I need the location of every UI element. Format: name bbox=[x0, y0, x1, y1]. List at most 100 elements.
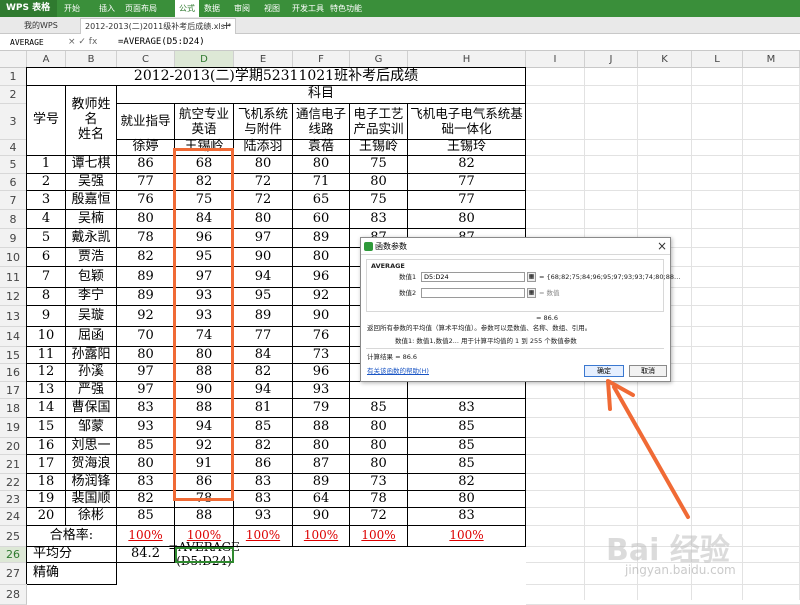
close-icon[interactable]: × bbox=[655, 238, 669, 255]
score-cell[interactable] bbox=[350, 382, 408, 399]
name-box[interactable]: AVERAGE bbox=[2, 36, 62, 49]
score-cell[interactable]: 97 bbox=[117, 364, 175, 382]
score-cell[interactable]: 80 bbox=[408, 210, 526, 229]
column-header[interactable]: H bbox=[408, 51, 526, 68]
score-cell[interactable]: 72 bbox=[234, 174, 293, 191]
score-cell[interactable]: 88 bbox=[175, 508, 234, 526]
score-cell[interactable]: 80 bbox=[350, 438, 408, 455]
student-name[interactable]: 刘思一 bbox=[66, 438, 117, 455]
tab-my-wps[interactable]: 我的WPS bbox=[20, 18, 62, 34]
score-cell[interactable]: 72 bbox=[234, 191, 293, 210]
pass-rate[interactable]: 100% bbox=[408, 526, 526, 547]
score-cell[interactable]: 64 bbox=[293, 491, 350, 508]
score-cell[interactable]: 85 bbox=[117, 438, 175, 455]
score-cell[interactable]: 77 bbox=[408, 174, 526, 191]
score-cell[interactable] bbox=[408, 382, 526, 399]
student-id[interactable]: 13 bbox=[27, 382, 66, 399]
student-id[interactable]: 19 bbox=[27, 491, 66, 508]
student-id[interactable]: 5 bbox=[27, 229, 66, 248]
student-name[interactable]: 严强 bbox=[66, 382, 117, 399]
average-label[interactable]: 平均分 bbox=[27, 546, 117, 563]
student-name[interactable]: 吴璇 bbox=[66, 306, 117, 327]
score-cell[interactable]: 73 bbox=[293, 347, 350, 364]
row-header[interactable]: 1 bbox=[0, 68, 27, 86]
menu-item[interactable]: 特色功能 bbox=[330, 0, 362, 17]
score-cell[interactable]: 82 bbox=[408, 156, 526, 174]
student-id[interactable]: 2 bbox=[27, 174, 66, 191]
score-cell[interactable]: 95 bbox=[234, 288, 293, 306]
pass-rate[interactable]: 100% bbox=[293, 526, 350, 547]
student-id[interactable]: 6 bbox=[27, 248, 66, 267]
score-cell[interactable]: 93 bbox=[117, 418, 175, 438]
subject-name[interactable]: 电子工艺产品实训 bbox=[350, 104, 408, 140]
score-cell[interactable]: 89 bbox=[293, 474, 350, 491]
student-id[interactable]: 17 bbox=[27, 455, 66, 474]
row-header[interactable]: 21 bbox=[0, 455, 27, 474]
score-cell[interactable]: 78 bbox=[117, 229, 175, 248]
arg2-ref-icon[interactable]: ▦ bbox=[527, 288, 536, 298]
score-cell[interactable]: 88 bbox=[293, 418, 350, 438]
subject-name[interactable]: 就业指导 bbox=[117, 104, 175, 140]
header-subject[interactable]: 科目 bbox=[117, 86, 526, 104]
score-cell[interactable]: 89 bbox=[293, 229, 350, 248]
student-id[interactable]: 9 bbox=[27, 306, 66, 327]
score-cell[interactable]: 82 bbox=[234, 438, 293, 455]
menu-item[interactable]: 页面布局 bbox=[125, 0, 157, 17]
score-cell[interactable]: 60 bbox=[293, 210, 350, 229]
student-name[interactable]: 邹蒙 bbox=[66, 418, 117, 438]
score-cell[interactable]: 81 bbox=[234, 399, 293, 418]
subject-name[interactable]: 飞机电子电气系统基础一体化 bbox=[408, 104, 526, 140]
column-header[interactable]: A bbox=[27, 51, 66, 68]
score-cell[interactable]: 77 bbox=[234, 327, 293, 347]
score-cell[interactable]: 65 bbox=[293, 191, 350, 210]
student-name[interactable]: 殷嘉恒 bbox=[66, 191, 117, 210]
score-cell[interactable]: 77 bbox=[117, 174, 175, 191]
row-header[interactable]: 24 bbox=[0, 508, 27, 526]
tab-spreadsheet-file[interactable]: 2012-2013(二)2011级补考后成绩.xls * bbox=[80, 18, 237, 34]
subject-teacher[interactable]: 王锡玲 bbox=[408, 139, 526, 156]
student-id[interactable]: 3 bbox=[27, 191, 66, 210]
score-cell[interactable]: 85 bbox=[408, 438, 526, 455]
arg2-input[interactable] bbox=[421, 288, 525, 298]
select-all-corner[interactable] bbox=[0, 51, 27, 68]
row-header[interactable]: 10 bbox=[0, 248, 27, 267]
menu-item[interactable]: 公式 bbox=[175, 0, 199, 17]
score-cell[interactable]: 83 bbox=[350, 210, 408, 229]
student-name[interactable]: 包颖 bbox=[66, 267, 117, 288]
menu-item[interactable]: 视图 bbox=[264, 0, 280, 17]
student-name[interactable]: 贺海浪 bbox=[66, 455, 117, 474]
score-cell[interactable]: 80 bbox=[117, 347, 175, 364]
column-header[interactable]: F bbox=[293, 51, 350, 68]
row-header[interactable]: 27 bbox=[0, 563, 27, 585]
score-cell[interactable]: 80 bbox=[234, 156, 293, 174]
student-name[interactable]: 戴永凯 bbox=[66, 229, 117, 248]
score-cell[interactable]: 94 bbox=[234, 267, 293, 288]
score-cell[interactable]: 77 bbox=[408, 191, 526, 210]
row-header[interactable]: 17 bbox=[0, 382, 27, 399]
score-cell[interactable]: 93 bbox=[293, 382, 350, 399]
row-header[interactable]: 18 bbox=[0, 399, 27, 418]
header-student-id[interactable]: 学号 bbox=[27, 86, 66, 156]
row-header[interactable]: 25 bbox=[0, 526, 27, 547]
column-header[interactable]: C bbox=[117, 51, 175, 68]
score-cell[interactable]: 87 bbox=[293, 455, 350, 474]
column-header[interactable]: B bbox=[66, 51, 117, 68]
score-cell[interactable]: 83 bbox=[408, 508, 526, 526]
score-cell[interactable]: 85 bbox=[408, 418, 526, 438]
student-name[interactable]: 孙溪 bbox=[66, 364, 117, 382]
student-name[interactable]: 屈函 bbox=[66, 327, 117, 347]
score-cell[interactable]: 80 bbox=[408, 491, 526, 508]
subject-teacher[interactable]: 陆添羽 bbox=[234, 139, 293, 156]
score-cell[interactable]: 71 bbox=[293, 174, 350, 191]
row-header[interactable]: 15 bbox=[0, 347, 27, 364]
score-cell[interactable]: 92 bbox=[293, 288, 350, 306]
score-cell[interactable]: 85 bbox=[408, 455, 526, 474]
score-cell[interactable]: 86 bbox=[117, 156, 175, 174]
subject-name[interactable]: 飞机系统与附件 bbox=[234, 104, 293, 140]
score-cell[interactable]: 83 bbox=[234, 491, 293, 508]
score-cell[interactable]: 89 bbox=[234, 306, 293, 327]
score-cell[interactable]: 82 bbox=[234, 364, 293, 382]
row-header[interactable]: 22 bbox=[0, 474, 27, 491]
score-cell[interactable]: 78 bbox=[350, 491, 408, 508]
student-name[interactable]: 曹保国 bbox=[66, 399, 117, 418]
